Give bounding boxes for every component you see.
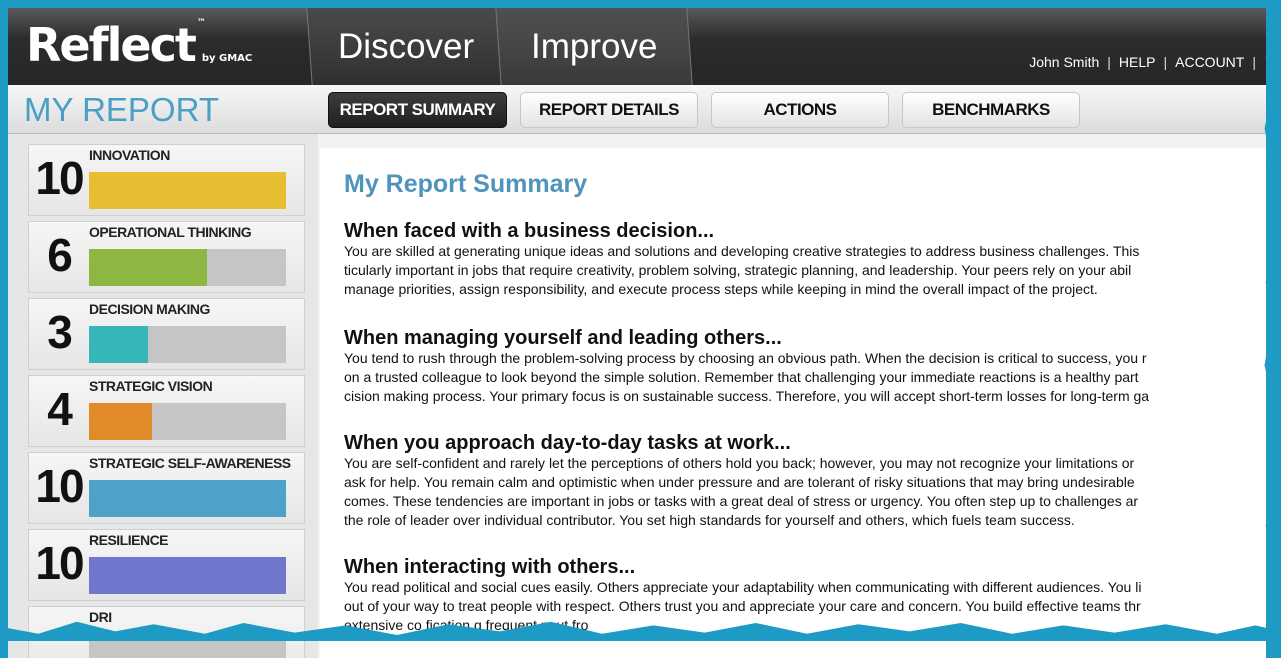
metric-score: 6 xyxy=(47,229,73,281)
section-line: You are skilled at generating unique ide… xyxy=(344,243,1140,259)
summary-section: When managing yourself and leading other… xyxy=(344,327,1266,406)
metric-bar-fill xyxy=(89,403,153,440)
section-heading: When interacting with others... xyxy=(344,556,636,578)
summary-section: When interacting with others... You read… xyxy=(344,556,1266,635)
metric-label: STRATEGIC VISION xyxy=(89,378,213,394)
metric-bar-fill xyxy=(89,172,286,209)
metric-bar-fill xyxy=(89,249,208,286)
metric-bar-track xyxy=(89,172,286,209)
section-line: manage priorities, assign responsibility… xyxy=(344,281,1098,297)
summary-section: When faced with a business decision... Y… xyxy=(344,220,1266,299)
help-link[interactable]: HELP xyxy=(1119,54,1156,70)
report-summary-panel: My Report Summary When faced with a busi… xyxy=(320,148,1266,658)
tab-improve[interactable]: Improve xyxy=(495,8,693,85)
logo-byline: by GMAC xyxy=(201,53,253,64)
nav-separator: | xyxy=(1252,54,1256,70)
summary-section: When you approach day-to-day tasks at wo… xyxy=(344,432,1266,530)
metric-score: 3 xyxy=(47,306,73,358)
metric-label: STRATEGIC SELF-AWARENESS xyxy=(89,455,291,471)
section-heading: When managing yourself and leading other… xyxy=(344,327,782,349)
tab-discover-label: Discover xyxy=(337,26,475,66)
section-line: You are self-confident and rarely let th… xyxy=(344,455,1135,471)
metric-label: DRI xyxy=(89,609,112,625)
metric-label: INNOVATION xyxy=(89,147,170,163)
report-summary-title: My Report Summary xyxy=(344,170,588,198)
tab-report-summary[interactable]: REPORT SUMMARY xyxy=(328,92,507,128)
metric-card-resilience[interactable]: 10 RESILIENCE xyxy=(28,529,305,601)
section-heading: When faced with a business decision... xyxy=(344,220,715,242)
metric-bar-track xyxy=(89,326,286,363)
metric-bar-track xyxy=(89,403,286,440)
metric-label: RESILIENCE xyxy=(89,532,169,548)
metric-bar-fill xyxy=(89,557,286,594)
user-nav: John Smith | HELP | ACCOUNT | xyxy=(1029,54,1256,70)
section-heading: When you approach day-to-day tasks at wo… xyxy=(344,432,791,454)
metric-label: DECISION MAKING xyxy=(89,301,210,317)
metric-card-strategic-self-awareness[interactable]: 10 STRATEGIC SELF-AWARENESS xyxy=(28,452,305,524)
user-name-link[interactable]: John Smith xyxy=(1029,54,1099,70)
metric-bar-fill xyxy=(89,326,149,363)
metric-score: 10 xyxy=(35,460,84,512)
tab-actions[interactable]: ACTIONS xyxy=(711,92,889,128)
metric-label: OPERATIONAL THINKING xyxy=(89,224,252,240)
section-line: ask for help. You remain calm and optimi… xyxy=(344,474,1135,490)
section-line: the role of leader over individual contr… xyxy=(344,512,1075,528)
tab-benchmarks[interactable]: BENCHMARKS xyxy=(902,92,1080,128)
metric-card-operational-thinking[interactable]: 6 OPERATIONAL THINKING xyxy=(28,221,305,293)
metrics-sidebar: 10 INNOVATION 6 OPERATIONAL THINKING 3 D… xyxy=(8,134,318,658)
app-window: Reflect ™ by GMAC Discover Improve John Sm… xyxy=(8,8,1266,658)
logo-trademark: ™ xyxy=(196,18,206,28)
account-link[interactable]: ACCOUNT xyxy=(1175,54,1244,70)
section-line: cision making process. Your primary focu… xyxy=(344,388,1150,404)
top-bar: Reflect ™ by GMAC Discover Improve John Sm… xyxy=(8,8,1266,85)
tab-discover[interactable]: Discover xyxy=(306,8,506,85)
metric-bar-track xyxy=(89,557,286,594)
section-line: out of your way to treat people with res… xyxy=(344,598,1141,614)
metric-score: 10 xyxy=(35,152,84,204)
reflect-logo[interactable]: Reflect ™ by GMAC xyxy=(26,18,252,72)
nav-separator: | xyxy=(1107,54,1111,70)
section-line: You read political and social cues easil… xyxy=(344,579,1142,595)
metric-bar-fill xyxy=(89,480,286,517)
metric-card-innovation[interactable]: 10 INNOVATION xyxy=(28,144,305,216)
metric-score: 10 xyxy=(35,537,84,589)
metric-card-strategic-vision[interactable]: 4 STRATEGIC VISION xyxy=(28,375,305,447)
nav-separator: | xyxy=(1163,54,1168,70)
metric-score: 4 xyxy=(47,383,73,435)
section-line: ticularly important in jobs that require… xyxy=(344,262,1132,278)
metric-bar-track xyxy=(89,480,286,517)
logo-text: Reflect xyxy=(26,18,197,72)
metric-bar-track xyxy=(89,249,286,286)
section-line: on a trusted colleague to look beyond th… xyxy=(344,369,1139,385)
section-line: comes. These tendencies are important in… xyxy=(344,493,1139,509)
page-title: MY REPORT xyxy=(24,91,219,128)
section-line: You tend to rush through the problem-sol… xyxy=(344,350,1147,366)
metric-card-decision-making[interactable]: 3 DECISION MAKING xyxy=(28,298,305,370)
sub-nav-bar: MY REPORT REPORT SUMMARY REPORT DETAILS … xyxy=(8,85,1266,134)
tab-report-details[interactable]: REPORT DETAILS xyxy=(520,92,698,128)
tab-improve-label: Improve xyxy=(530,26,658,66)
